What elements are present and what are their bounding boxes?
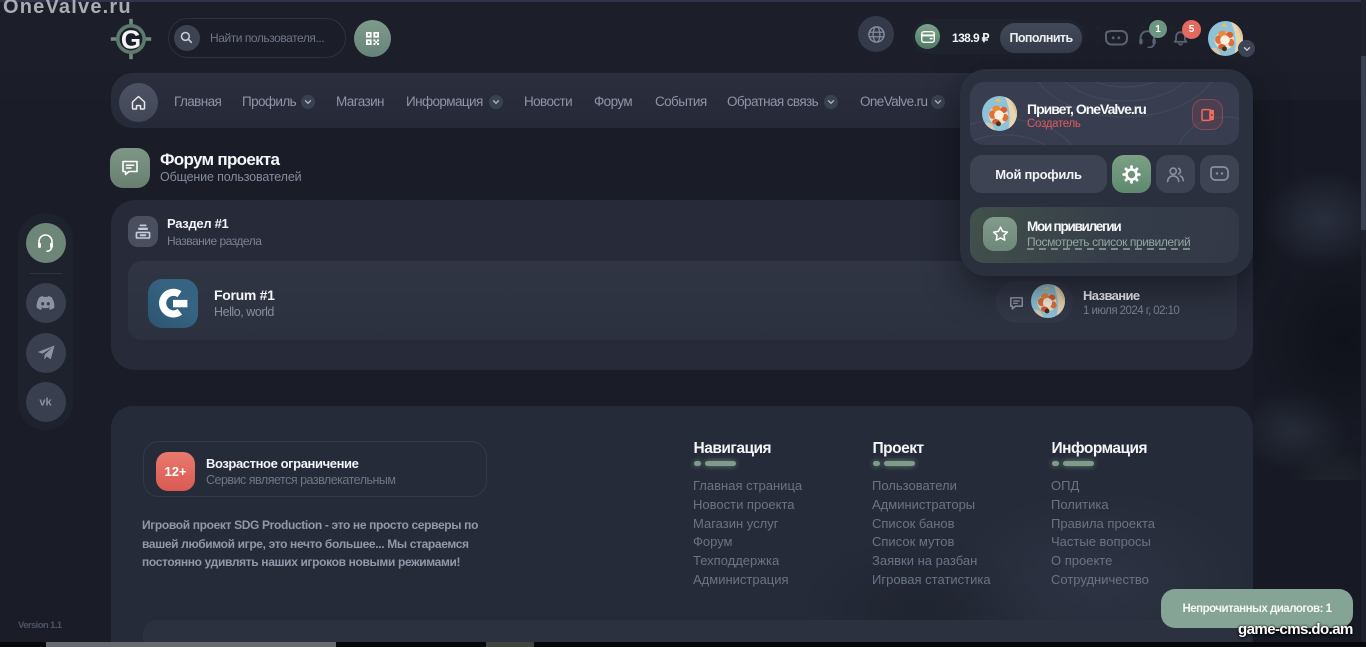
svg-text:vk: vk xyxy=(39,397,52,408)
svg-text:G: G xyxy=(121,25,141,55)
